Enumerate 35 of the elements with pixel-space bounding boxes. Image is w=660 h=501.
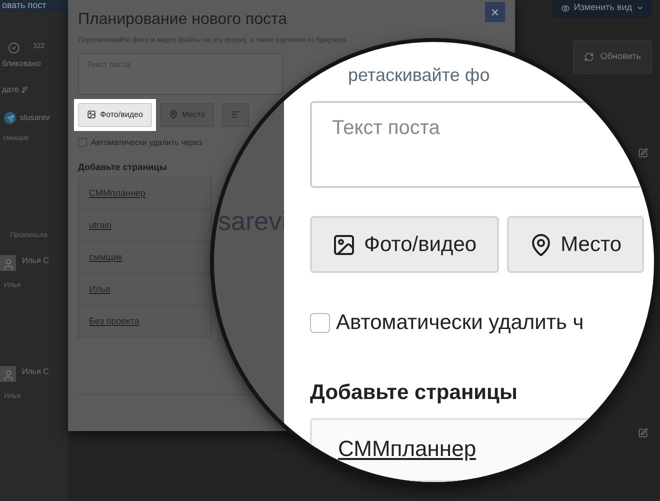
avatar-silhouette — [0, 366, 16, 382]
attach-button[interactable]: Место — [506, 216, 644, 274]
telegram-icon[interactable] — [4, 112, 16, 124]
caret-icon — [636, 4, 644, 12]
check-circle-icon — [8, 42, 20, 54]
attach-button[interactable]: Фото/видео — [78, 102, 152, 126]
avatar-silhouette — [0, 255, 16, 271]
page-link[interactable]: СММпланнер — [338, 436, 476, 462]
post-author: Илья С — [22, 366, 49, 378]
image-icon — [332, 232, 356, 257]
channel-name: slusarev — [20, 112, 50, 124]
checkbox[interactable] — [78, 138, 87, 147]
map-pin-icon — [168, 110, 178, 119]
align-left-icon — [231, 110, 240, 119]
edit-icon[interactable] — [638, 148, 648, 158]
change-view-button[interactable]: Изменить вид — [552, 0, 652, 18]
pages-heading: Добавьте страницы — [310, 380, 518, 406]
modal-title: Планирование нового поста — [78, 10, 288, 30]
post-author: Илья С — [22, 255, 49, 267]
published-label: бликовано — [1, 58, 42, 70]
drag-hint: ретаскивайте фо — [348, 64, 491, 87]
refresh-icon — [584, 52, 594, 62]
image-icon — [87, 110, 96, 119]
edit-icon[interactable] — [638, 428, 648, 438]
eye-icon — [560, 4, 570, 12]
close-button[interactable]: × — [485, 2, 505, 22]
publish-button[interactable]: овать пост — [0, 0, 68, 12]
checkbox[interactable] — [310, 313, 330, 334]
sort-icon — [20, 86, 29, 94]
auto-delete-label: Автоматически удалить через — [91, 136, 202, 148]
auto-delete-label: Автоматически удалить ч — [336, 310, 584, 336]
sort-label: дате — [2, 84, 19, 96]
refresh-button[interactable]: Обновить — [573, 40, 652, 74]
attach-button[interactable]: Фото/видео — [310, 216, 499, 274]
pages-heading: Добавьте страницы — [78, 160, 168, 174]
